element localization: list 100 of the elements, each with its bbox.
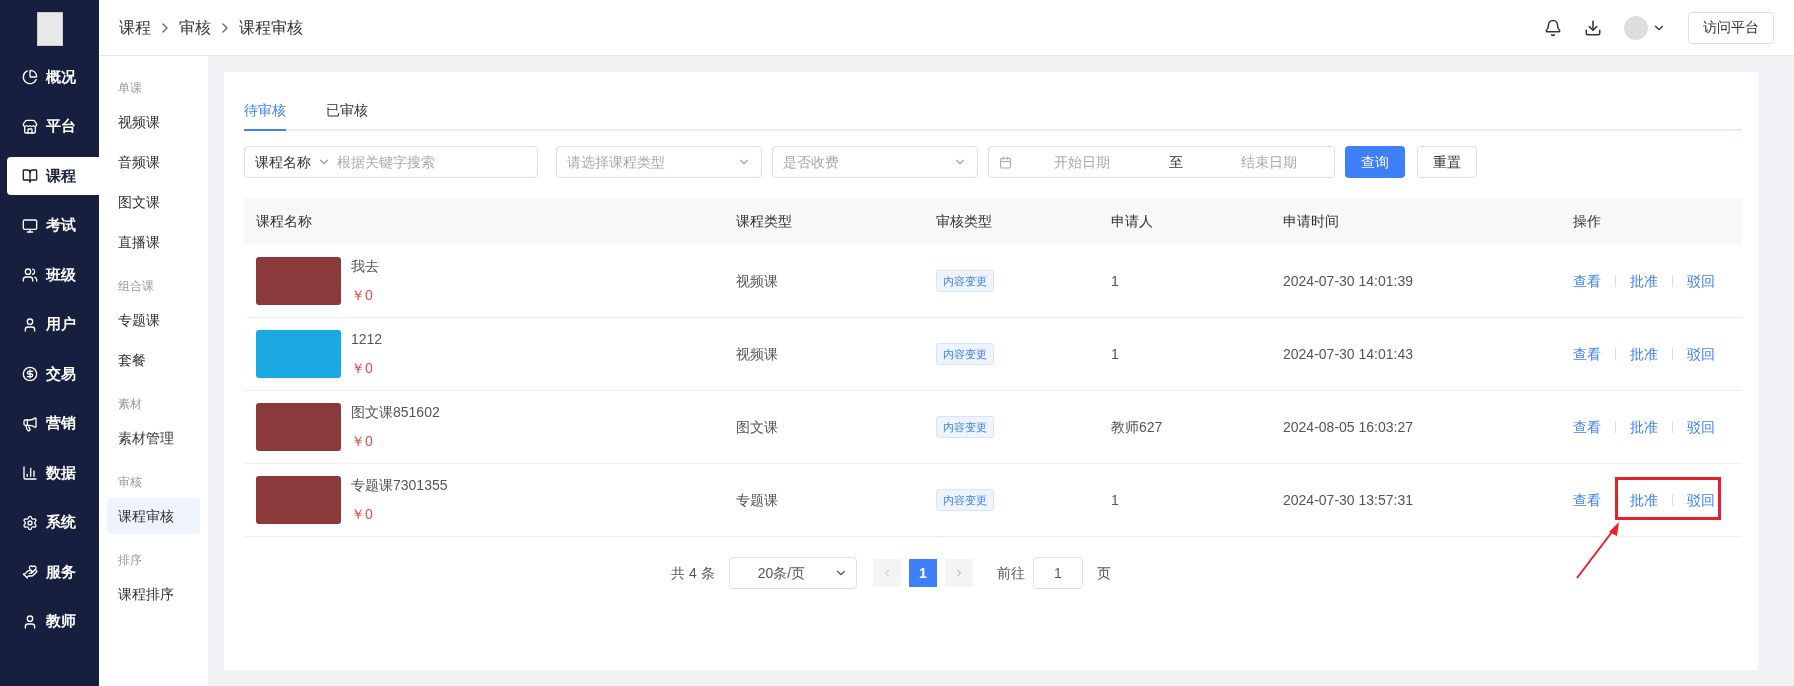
apply-time: 2024-08-05 16:03:27 [1283,417,1414,437]
sub-nav-item[interactable]: 音频课 [107,144,200,180]
apply-time: 2024-07-30 14:01:43 [1283,344,1414,364]
section-title: 排序 [117,552,143,569]
course-name: 1212 [351,330,383,349]
nav-item[interactable]: 班级 [7,256,99,294]
sub-nav-item[interactable]: 套餐 [107,342,200,378]
query-button[interactable]: 查询 [1345,146,1405,178]
course-name: 图文课851602 [351,403,440,422]
action-link[interactable]: 驳回 [1687,416,1715,438]
pie-chart-icon [22,69,38,85]
action-link[interactable]: 查看 [1573,343,1601,365]
calendar-icon [999,155,1012,169]
users-icon [22,267,38,283]
action-link[interactable]: 驳回 [1687,489,1715,511]
audit-type-tag: 内容变更 [936,415,994,439]
breadcrumb-item: 课程审核 [239,17,303,38]
nav-item[interactable]: 用户 [7,305,99,344]
search-type-select[interactable]: 课程名称 [255,151,311,173]
applicant: 1 [1111,490,1120,510]
action-link[interactable]: 批准 [1630,489,1658,511]
section-title: 素材 [117,396,143,413]
store-icon [22,118,38,135]
start-date-placeholder: 开始日期 [1054,152,1110,172]
monitor-icon [22,217,38,234]
action-link[interactable]: 批准 [1630,416,1658,438]
course-price: ￥0 [351,359,374,378]
nav-item[interactable]: 交易 [7,355,99,393]
page-size-select[interactable]: 20条/页 [728,557,857,589]
page-button[interactable]: 1 [908,559,937,587]
tab[interactable]: 待审核 [244,100,286,131]
action-link[interactable]: 驳回 [1687,343,1715,365]
section-title: 组合课 [117,278,155,295]
course-price: ￥0 [351,286,374,305]
download-icon[interactable] [1584,18,1602,37]
total-count: 共 4 条 [671,563,715,583]
action-link[interactable]: 批准 [1630,270,1658,292]
bar-chart-icon [22,465,38,481]
nav-item[interactable]: 系统 [7,503,99,542]
column-header: 申请人 [1111,212,1154,231]
hand-icon [22,564,38,580]
course-type: 专题课 [736,490,779,510]
nav-item[interactable]: 教师 [7,602,99,641]
section-title: 单课 [117,80,143,97]
sub-nav-item[interactable]: 视频课 [107,104,200,140]
range-separator: 至 [1169,152,1183,172]
sub-nav-item[interactable]: 图文课 [107,184,200,220]
prev-page-button[interactable] [872,559,901,587]
visit-platform-button[interactable]: 访问平台 [1688,11,1774,44]
sub-nav-item[interactable]: 专题课 [107,302,200,338]
course-type: 视频课 [736,344,779,364]
nav-item[interactable]: 概况 [7,58,99,96]
action-link[interactable]: 驳回 [1687,270,1715,292]
nav-item[interactable]: 服务 [7,553,99,591]
avatar[interactable] [1624,15,1648,40]
nav-item[interactable]: 平台 [7,107,99,146]
applicant: 1 [1111,271,1120,291]
reset-button[interactable]: 重置 [1417,146,1477,178]
sub-nav-item[interactable]: 课程排序 [107,576,200,612]
date-range-field[interactable]: 开始日期 至 结束日期 [988,146,1335,178]
coin-icon [22,366,38,382]
nav-item[interactable]: 营销 [7,404,99,443]
action-link[interactable]: 查看 [1573,270,1601,292]
next-page-button[interactable] [944,559,973,587]
action-link[interactable]: 查看 [1573,416,1601,438]
action-link[interactable]: 批准 [1630,343,1658,365]
sub-nav-item[interactable]: 直播课 [107,224,200,260]
end-date-placeholder: 结束日期 [1241,152,1297,172]
course-type: 视频课 [736,271,779,291]
breadcrumb-item[interactable]: 课程 [119,15,151,40]
nav-item[interactable]: 课程 [7,157,99,195]
goto-label: 前往 [996,563,1025,583]
audit-type-tag: 内容变更 [936,269,994,293]
bell-icon[interactable] [1544,18,1562,37]
sub-nav-item[interactable]: 素材管理 [107,420,200,456]
apply-time: 2024-07-30 13:57:31 [1283,490,1414,510]
sub-nav-item[interactable]: 课程审核 [107,498,200,534]
action-link[interactable]: 查看 [1573,489,1601,511]
tab[interactable]: 已审核 [326,100,368,131]
column-header: 操作 [1573,212,1602,231]
megaphone-icon [22,415,38,432]
column-header: 申请时间 [1283,212,1340,231]
nav-item[interactable]: 数据 [7,454,99,492]
course-name: 我去 [351,257,379,276]
course-name: 专题课7301355 [351,476,448,495]
logo-icon [36,12,63,46]
book-icon [22,168,38,184]
audit-type-tag: 内容变更 [936,488,994,512]
column-header: 课程名称 [256,212,313,231]
search-placeholder: 根据关键字搜索 [337,152,435,172]
gear-icon [22,514,38,531]
goto-page-field[interactable]: 1 [1032,557,1083,589]
search-field[interactable]: 课程名称 根据关键字搜索 [244,146,538,178]
course-price: ￥0 [351,432,374,451]
goto-suffix: 页 [1096,563,1111,583]
breadcrumb-item[interactable]: 审核 [179,15,211,40]
nav-item[interactable]: 考试 [7,206,99,245]
section-title: 审核 [117,474,143,491]
apply-time: 2024-07-30 14:01:39 [1283,271,1414,291]
audit-type-tag: 内容变更 [936,342,994,366]
